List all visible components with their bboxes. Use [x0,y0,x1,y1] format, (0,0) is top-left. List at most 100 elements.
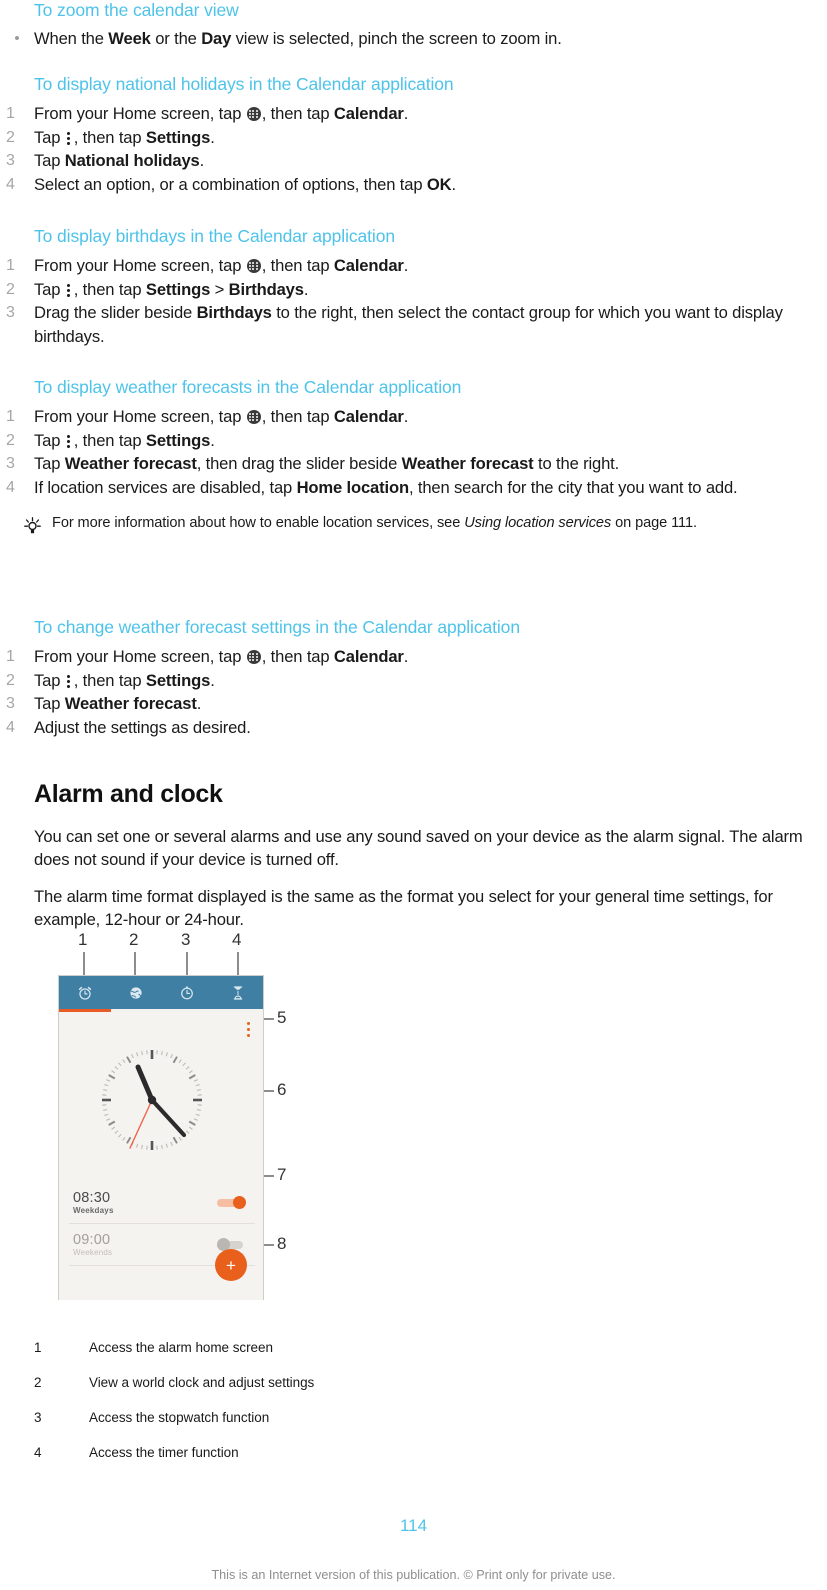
document-page: To zoom the calendar view • When the Wee… [0,0,827,1590]
step-item: 1 From your Home screen, tap , then tap C… [0,102,827,126]
intro-paragraph-1: You can set one or several alarms and us… [34,827,803,869]
step-number: 3 [6,304,15,321]
step-text: From your Home screen, tap , then tap Ca… [34,104,409,123]
step-number: 1 [6,257,15,274]
step-text: Tap Weather forecast, then drag the slid… [34,454,620,473]
step-item: 4 Adjust the settings as desired. [0,716,827,740]
step-text: Drag the slider beside Birthdays to the … [34,303,783,346]
section-birthdays: To display birthdays in the Calendar app… [0,226,827,348]
step-text: From your Home screen, tap , then tap Ca… [34,407,409,426]
intro-paragraph-2: The alarm time format displayed is the s… [34,887,773,929]
step-item: 2 Tap , then tap Settings > Birthdays. [0,278,827,302]
stopwatch-icon [180,986,193,999]
step-number: 4 [6,175,15,193]
legend-number: 1 [34,1340,42,1355]
step-text: Tap National holidays. [34,151,205,170]
step-text: From your Home screen, tap , then tap Ca… [34,256,409,275]
page-number: 114 [399,1516,428,1535]
bullet-item: • When the Week or the Day view is selec… [0,27,827,50]
legend-row: 4 Access the timer function [34,1445,594,1480]
step-text: Tap , then tap Settings. [34,430,215,450]
step-text: Tap , then tap Settings. [34,127,215,147]
callout-7: 7 [277,1165,287,1184]
section-weather-forecasts: To display weather forecasts in the Cale… [0,377,827,536]
step-text: Select an option, or a combination of op… [34,174,456,194]
step-item: 3 Tap Weather forecast, then drag the sli… [0,452,827,476]
step-text: Tap , then tap Settings > Birthdays. [34,279,309,299]
step-text: Tap Weather forecast. [34,694,202,713]
add-alarm-button[interactable]: + [215,1249,247,1281]
clock-app-tabbar [59,976,263,1009]
world-clock-globe-icon [129,986,142,999]
alarm-time: 09:00 [73,1232,111,1248]
step-number: 1 [6,648,15,665]
step-number: 2 [6,128,15,146]
alarm-screen-figure: 1 2 3 4 5 6 7 8 08:30 Weekdays 09:00 Wee… [24,930,324,1300]
overflow-menu-icon [66,434,72,448]
step-number: 3 [6,695,15,712]
alarm-info: 09:00 Weekends [73,1232,112,1257]
step-number: 1 [6,105,15,122]
footer-note: This is an Internet version of this publ… [211,1568,616,1582]
tab-alarm[interactable] [59,976,110,1009]
lightbulb-tip-icon [12,513,52,536]
apps-grid-icon [246,650,261,664]
step-number: 2 [6,280,15,298]
alarm-info: 08:30 Weekdays [73,1190,114,1215]
legend-number: 3 [34,1410,42,1425]
alarm-row[interactable]: 08:30 Weekdays [69,1182,255,1224]
alarm-repeat: Weekdays [73,1206,114,1215]
apps-grid-icon [246,259,261,273]
page-title: Alarm and clock [34,780,223,808]
overflow-menu-icon[interactable] [247,1022,251,1038]
step-text: Tap , then tap Settings. [34,670,215,690]
tab-timer[interactable] [212,976,263,1009]
step-item: 4 If location services are disabled, tap … [0,476,827,500]
overflow-menu-icon [66,131,72,145]
callout-5: 5 [277,1008,287,1027]
step-number: 2 [6,431,15,449]
section-heading: To display national holidays in the Cale… [34,74,454,94]
tip-callout: For more information about how to enable… [0,513,827,536]
step-item: 1 From your Home screen, tap , then tap C… [0,254,827,278]
section-alarm-and-clock: Alarm and clock You can set one or sever… [0,780,827,931]
step-number: 1 [6,408,15,425]
alarm-time: 08:30 [73,1190,111,1206]
section-heading: To display birthdays in the Calendar app… [34,226,395,246]
step-number: 2 [6,671,15,689]
step-list: 1 From your Home screen, tap , then tap C… [0,645,827,739]
step-item: 2 Tap , then tap Settings. [0,669,827,693]
analog-clock [92,1040,212,1160]
bullet-text: When the Week or the Day view is selecte… [34,29,562,48]
legend-text: Access the timer function [89,1445,239,1460]
section-heading: To display weather forecasts in the Cale… [34,377,462,397]
overflow-menu-icon [66,283,72,297]
legend-text: Access the alarm home screen [89,1340,273,1355]
step-item: 3 Tap Weather forecast. [0,692,827,716]
apps-grid-icon [246,107,261,121]
alarm-clock-icon [78,986,91,1000]
legend-text: Access the stopwatch function [89,1410,270,1425]
section-zoom-calendar: To zoom the calendar view • When the Wee… [0,0,827,50]
callout-8: 8 [277,1234,287,1253]
phone-screenshot: 08:30 Weekdays 09:00 Weekends + [58,975,264,1300]
step-item: 1 From your Home screen, tap , then tap C… [0,645,827,669]
step-text: If location services are disabled, tap H… [34,477,738,497]
tab-stopwatch[interactable] [161,976,212,1009]
legend-row: 3 Access the stopwatch function [34,1410,594,1445]
alarm-toggle[interactable] [217,1196,247,1209]
step-item: 3 Drag the slider beside Birthdays to the… [0,301,827,348]
step-item: 2 Tap , then tap Settings. [0,429,827,453]
section-national-holidays: To display national holidays in the Cale… [0,74,827,196]
tab-world-clock[interactable] [110,976,161,1009]
section-heading: To change weather forecast settings in t… [34,617,520,637]
overflow-menu-icon [66,674,72,688]
section-heading: To zoom the calendar view [34,0,239,20]
step-text: Adjust the settings as desired. [34,717,251,737]
step-number: 3 [6,455,15,472]
step-item: 4 Select an option, or a combination of o… [0,173,827,197]
legend-number: 4 [34,1445,42,1460]
alarm-repeat: Weekends [73,1248,113,1257]
alarm-home-screen: 08:30 Weekdays 09:00 Weekends + [59,1012,263,1300]
callout-2: 2 [129,930,139,949]
